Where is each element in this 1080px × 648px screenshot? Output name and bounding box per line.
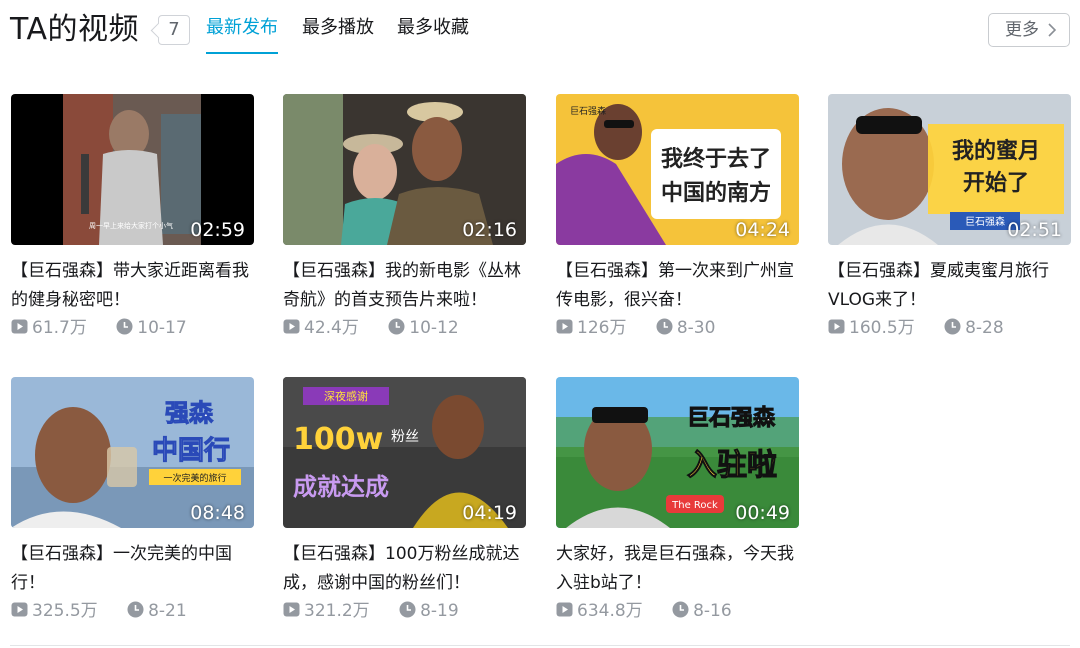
video-stats: 321.2万 8-19 xyxy=(283,598,526,624)
view-count: 42.4万 xyxy=(283,315,359,341)
video-card[interactable]: 我的蜜月 开始了 巨石强森 02:51 【巨石强森】夏威夷蜜月旅行VLOG来了！… xyxy=(828,94,1071,341)
video-thumbnail[interactable]: 强森 中国行 一次完美的旅行 08:48 xyxy=(11,377,254,528)
video-thumbnail[interactable]: 深夜感谢 100w 粉丝 成就达成 04:19 xyxy=(283,377,526,528)
video-duration: 02:16 xyxy=(462,219,517,241)
video-duration: 02:59 xyxy=(190,219,245,241)
video-title[interactable]: 【巨石强森】带大家近距离看我的健身秘密吧！ xyxy=(11,257,254,315)
video-card[interactable]: 周一早上来给大家打个小气 02:59 【巨石强森】带大家近距离看我的健身秘密吧！… xyxy=(11,94,254,341)
video-duration: 08:48 xyxy=(190,502,245,524)
play-count-icon xyxy=(556,319,573,334)
svg-text:周一早上来给大家打个小气: 周一早上来给大家打个小气 xyxy=(89,221,173,230)
video-card[interactable]: 02:16 【巨石强森】我的新电影《丛林奇航》的首支预告片来啦！ 42.4万 1… xyxy=(283,94,526,341)
play-count-icon xyxy=(283,319,300,334)
svg-text:粉丝: 粉丝 xyxy=(391,429,419,445)
view-count: 126万 xyxy=(556,315,626,341)
svg-text:成就达成: 成就达成 xyxy=(293,473,389,501)
view-count: 61.7万 xyxy=(11,315,87,341)
video-title[interactable]: 【巨石强森】第一次来到广州宣传电影，很兴奋！ xyxy=(556,257,799,315)
tab-most-played[interactable]: 最多播放 xyxy=(302,16,374,40)
svg-text:开始了: 开始了 xyxy=(963,170,1029,196)
svg-text:巨石强森: 巨石强森 xyxy=(965,215,1005,228)
svg-text:深夜感谢: 深夜感谢 xyxy=(324,389,368,403)
upload-date: 8-28 xyxy=(944,315,1004,341)
upload-date: 10-12 xyxy=(388,315,459,341)
play-count-icon xyxy=(11,319,28,334)
play-count-icon xyxy=(828,319,845,334)
video-stats: 126万 8-30 xyxy=(556,315,799,341)
upload-date: 8-19 xyxy=(399,598,459,624)
video-card[interactable]: 巨石强森 入驻啦 The Rock 00:49 大家好，我是巨石强森，今天我入驻… xyxy=(556,377,799,624)
upload-date: 8-30 xyxy=(656,315,715,341)
page-title: TA的视频 xyxy=(10,12,140,47)
more-label: 更多 xyxy=(1005,20,1039,40)
view-count: 160.5万 xyxy=(828,315,915,341)
active-tab-indicator xyxy=(206,52,278,54)
view-count: 325.5万 xyxy=(11,598,98,624)
video-title[interactable]: 【巨石强森】我的新电影《丛林奇航》的首支预告片来啦！ xyxy=(283,257,526,315)
video-count-badge: 7 xyxy=(158,15,190,45)
upload-date: 8-16 xyxy=(672,598,732,624)
clock-icon xyxy=(944,318,961,335)
clock-icon xyxy=(672,601,689,618)
video-thumbnail[interactable]: 巨石强森 入驻啦 The Rock 00:49 xyxy=(556,377,799,528)
play-count-icon xyxy=(556,602,573,617)
play-count-icon xyxy=(11,602,28,617)
view-count: 634.8万 xyxy=(556,598,643,624)
svg-text:强森: 强森 xyxy=(165,399,214,427)
video-stats: 42.4万 10-12 xyxy=(283,315,526,341)
clock-icon xyxy=(656,318,673,335)
svg-text:一次完美的旅行: 一次完美的旅行 xyxy=(163,472,226,484)
tab-latest[interactable]: 最新发布 xyxy=(206,16,278,40)
video-thumbnail[interactable]: 我的蜜月 开始了 巨石强森 02:51 xyxy=(828,94,1071,245)
video-thumbnail[interactable]: 02:16 xyxy=(283,94,526,245)
clock-icon xyxy=(116,318,133,335)
video-duration: 02:51 xyxy=(1007,219,1062,241)
video-duration: 00:49 xyxy=(735,502,790,524)
clock-icon xyxy=(388,318,405,335)
svg-text:巨石强森: 巨石强森 xyxy=(687,405,776,431)
video-title[interactable]: 大家好，我是巨石强森，今天我入驻b站了！ xyxy=(556,540,799,598)
video-duration: 04:19 xyxy=(462,502,517,524)
divider xyxy=(10,645,1070,646)
video-title[interactable]: 【巨石强森】100万粉丝成就达成，感谢中国的粉丝们！ xyxy=(283,540,526,598)
svg-text:The Rock: The Rock xyxy=(671,500,718,511)
video-duration: 04:24 xyxy=(735,219,790,241)
svg-text:巨石强森: 巨石强森 xyxy=(570,105,606,117)
video-stats: 634.8万 8-16 xyxy=(556,598,799,624)
tab-most-favorited[interactable]: 最多收藏 xyxy=(397,16,469,40)
clock-icon xyxy=(399,601,416,618)
video-stats: 325.5万 8-21 xyxy=(11,598,254,624)
video-card[interactable]: 深夜感谢 100w 粉丝 成就达成 04:19 【巨石强森】100万粉丝成就达成… xyxy=(283,377,526,624)
video-stats: 61.7万 10-17 xyxy=(11,315,254,341)
chevron-right-icon xyxy=(1048,23,1057,37)
header: TA的视频 7 最新发布 最多播放 最多收藏 更多 xyxy=(0,0,1080,60)
more-button[interactable]: 更多 xyxy=(988,13,1070,47)
svg-text:入驻啦: 入驻啦 xyxy=(687,448,777,483)
clock-icon xyxy=(127,601,144,618)
svg-text:100w: 100w xyxy=(293,422,383,457)
video-stats: 160.5万 8-28 xyxy=(828,315,1071,341)
svg-text:我的蜜月: 我的蜜月 xyxy=(952,138,1040,164)
svg-text:中国行: 中国行 xyxy=(152,435,230,466)
upload-date: 10-17 xyxy=(116,315,187,341)
svg-text:我终于去了: 我终于去了 xyxy=(661,146,771,172)
upload-date: 8-21 xyxy=(127,598,187,624)
video-title[interactable]: 【巨石强森】夏威夷蜜月旅行VLOG来了！ xyxy=(828,257,1071,315)
video-title[interactable]: 【巨石强森】一次完美的中国行！ xyxy=(11,540,254,598)
view-count: 321.2万 xyxy=(283,598,370,624)
video-card[interactable]: 强森 中国行 一次完美的旅行 08:48 【巨石强森】一次完美的中国行！ 325… xyxy=(11,377,254,624)
video-card[interactable]: 我终于去了 中国的南方 巨石强森 04:24 【巨石强森】第一次来到广州宣传电影… xyxy=(556,94,799,341)
svg-text:中国的南方: 中国的南方 xyxy=(661,180,771,206)
video-thumbnail[interactable]: 我终于去了 中国的南方 巨石强森 04:24 xyxy=(556,94,799,245)
play-count-icon xyxy=(283,602,300,617)
video-thumbnail[interactable]: 周一早上来给大家打个小气 02:59 xyxy=(11,94,254,245)
